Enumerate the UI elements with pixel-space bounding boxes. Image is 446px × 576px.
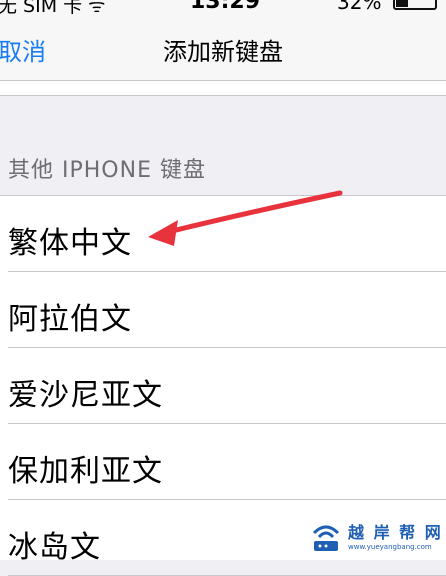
battery-fill xyxy=(396,0,408,7)
keyboard-item-label: 阿拉伯文 xyxy=(8,302,132,337)
battery-icon xyxy=(393,0,437,10)
watermark-title: 越 岸 帮 网 xyxy=(348,523,443,542)
keyboard-item-estonian[interactable]: 爱沙尼亚文 xyxy=(0,348,446,424)
keyboard-item-label: 繁体中文 xyxy=(8,226,132,261)
watermark-url: www.yueyangbang.com xyxy=(348,543,432,551)
keyboard-item-label: 保加利亚文 xyxy=(8,454,163,489)
keyboard-item-arabic[interactable]: 阿拉伯文 xyxy=(0,272,446,348)
keyboard-item-traditional-chinese[interactable]: 繁体中文 xyxy=(0,196,446,272)
status-time: 13:29 xyxy=(190,0,261,14)
keyboard-item-label: 冰岛文 xyxy=(8,530,101,565)
watermark: 越 岸 帮 网 www.yueyangbang.com xyxy=(300,515,446,559)
keyboard-list: 繁体中文 阿拉伯文 爱沙尼亚文 保加利亚文 冰岛文 xyxy=(0,195,446,576)
keyboard-item-label: 爱沙尼亚文 xyxy=(8,378,163,413)
keyboard-item-bulgarian[interactable]: 保加利亚文 xyxy=(0,424,446,500)
wifi-router-icon xyxy=(312,525,340,551)
section-header: 其他 IPHONE 键盘 xyxy=(8,158,206,183)
page-title: 添加新键盘 xyxy=(163,38,283,66)
status-bar: 无 SIM 卡 ᯤ 13:29 32% xyxy=(0,0,446,14)
navigation-bar: 取消 添加新键盘 xyxy=(0,14,446,81)
list-group-top xyxy=(0,81,446,96)
battery-percent: 32% xyxy=(337,0,382,14)
carrier-label: 无 SIM 卡 ᯤ xyxy=(0,0,106,14)
